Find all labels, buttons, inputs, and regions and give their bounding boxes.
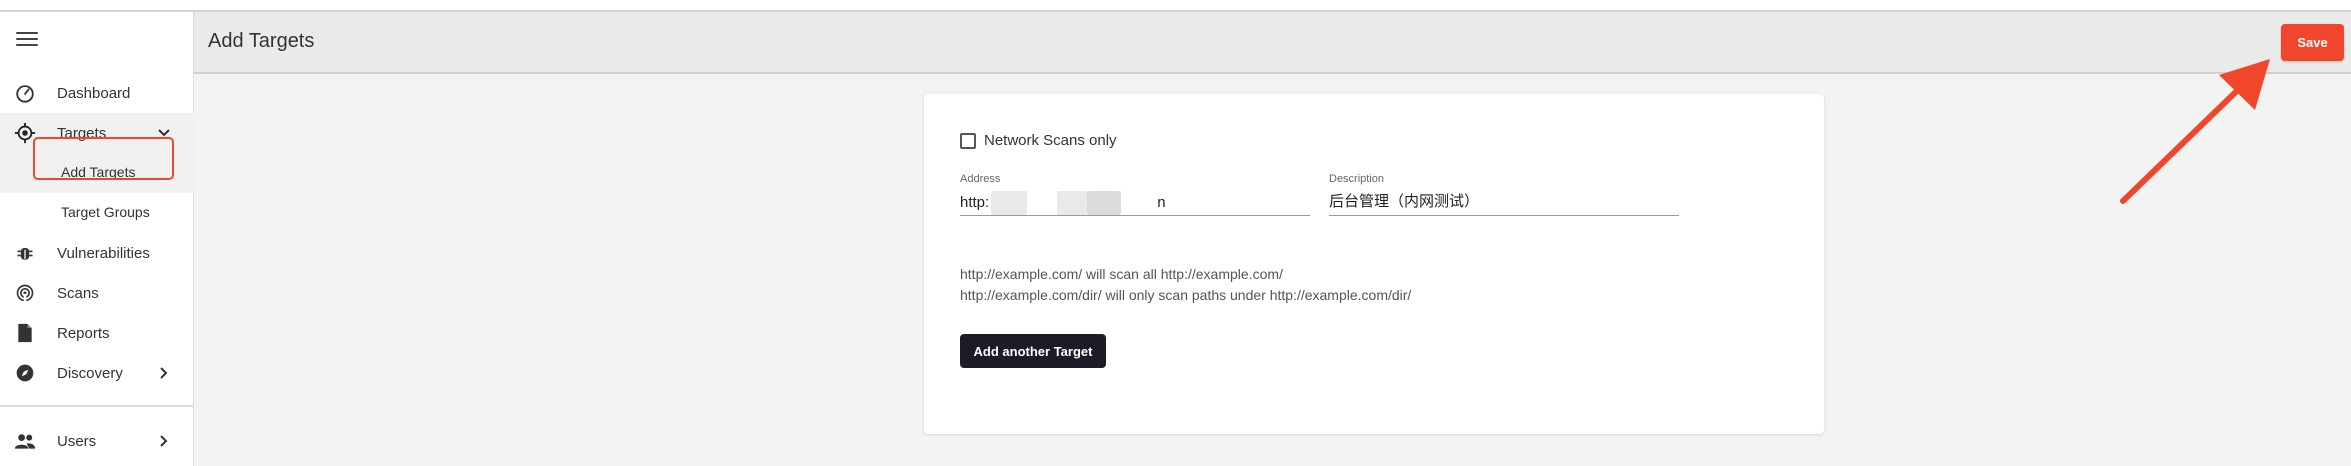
- sidebar-item-label: Scans: [57, 284, 99, 302]
- speedometer-icon: [13, 81, 37, 105]
- address-underline: [960, 215, 1310, 216]
- redaction-block: [1087, 191, 1122, 215]
- chevron-right-icon[interactable]: [156, 433, 172, 449]
- page-header: Add Targets: [194, 12, 2351, 74]
- redaction-block: [1057, 191, 1088, 215]
- add-another-target-button[interactable]: Add another Target: [960, 334, 1106, 368]
- network-scans-only-label: Network Scans only: [984, 132, 1117, 149]
- sidebar: Dashboard Targets Add Targets Target Gro…: [0, 12, 194, 466]
- sidebar-item-vulnerabilities[interactable]: Vulnerabilities: [0, 233, 194, 273]
- hint-line: http://example.com/dir/ will only scan p…: [960, 287, 1412, 303]
- sidebar-item-discovery[interactable]: Discovery: [0, 353, 194, 393]
- sidebar-item-label: Reports: [57, 324, 110, 342]
- address-field-label: Address: [960, 173, 1001, 185]
- annotation-arrow-icon: [2120, 59, 2270, 204]
- bug-icon: [13, 241, 37, 265]
- save-button[interactable]: Save: [2281, 24, 2344, 61]
- address-value-prefix: http:: [960, 193, 990, 211]
- sidebar-item-reports[interactable]: Reports: [0, 313, 194, 353]
- sidebar-divider: [0, 405, 194, 407]
- app-window: Dashboard Targets Add Targets Target Gro…: [0, 0, 2351, 466]
- sidebar-item-users[interactable]: Users: [0, 421, 194, 461]
- top-strip: [0, 0, 2351, 12]
- page-title: Add Targets: [208, 30, 315, 52]
- sidebar-item-dashboard[interactable]: Dashboard: [0, 73, 194, 113]
- hint-line: http://example.com/ will scan all http:/…: [960, 266, 1283, 282]
- sidebar-item-label: Users: [57, 432, 97, 450]
- radar-icon: [13, 281, 37, 305]
- network-scans-only-checkbox[interactable]: [960, 132, 976, 149]
- users-icon: [13, 429, 37, 453]
- sidebar-subitem-target-groups[interactable]: Target Groups: [0, 193, 194, 233]
- address-hint-text: http://example.com/ will scan all http:/…: [960, 264, 1411, 306]
- description-field-label: Description: [1329, 173, 1385, 185]
- sidebar-item-scans[interactable]: Scans: [0, 273, 194, 313]
- compass-icon: [13, 361, 37, 385]
- document-icon: [13, 321, 37, 345]
- network-scans-only-checkbox-row[interactable]: Network Scans only: [960, 132, 1117, 149]
- redaction-block: [991, 191, 1028, 215]
- sidebar-subitem-label: Target Groups: [61, 204, 150, 220]
- hamburger-menu-icon[interactable]: [16, 32, 38, 48]
- target-form-card: Network Scans only Address http: n Descri…: [924, 94, 1824, 434]
- sidebar-item-label: Dashboard: [57, 84, 131, 102]
- sidebar-item-label: Vulnerabilities: [57, 244, 150, 262]
- address-input[interactable]: http: n: [960, 191, 1310, 215]
- address-field[interactable]: Address http: n: [960, 173, 1310, 216]
- description-field[interactable]: Description 后台管理（内网测试）: [1329, 173, 1679, 216]
- address-value-suffix: n: [1157, 193, 1166, 211]
- description-input[interactable]: 后台管理（内网测试）: [1329, 191, 1679, 213]
- sidebar-item-label: Discovery: [57, 364, 123, 382]
- annotation-highlight-box: [33, 137, 174, 180]
- description-underline: [1329, 215, 1679, 216]
- chevron-right-icon[interactable]: [156, 365, 172, 381]
